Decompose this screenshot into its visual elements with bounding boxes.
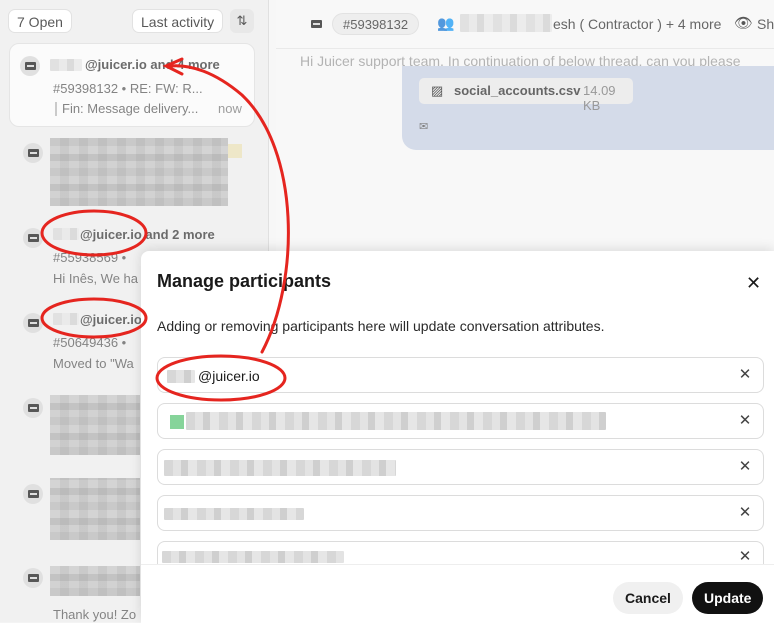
redacted-name [167,370,195,383]
participant-row[interactable]: ✕ [157,495,764,531]
participant-email: @juicer.io [198,368,260,384]
redacted-email [164,460,396,476]
dialog-footer: Cancel Update [141,564,774,623]
close-icon[interactable]: ✕ [746,273,761,294]
participant-row[interactable]: @juicer.io ✕ [157,357,764,393]
update-button[interactable]: Update [692,582,764,614]
remove-participant-icon[interactable]: ✕ [735,411,755,429]
cancel-button[interactable]: Cancel [613,582,683,614]
remove-participant-icon[interactable]: ✕ [735,503,755,521]
participant-row[interactable]: ✕ [157,403,764,439]
redacted-email [164,508,304,520]
dialog-title: Manage participants [157,271,332,291]
remove-participant-icon[interactable]: ✕ [735,365,755,383]
remove-participant-icon[interactable]: ✕ [735,457,755,475]
remove-participant-icon[interactable]: ✕ [735,547,755,565]
participant-row[interactable]: ✕ [157,449,764,485]
dialog-description: Adding or removing participants here wil… [157,318,605,334]
redacted-email [162,551,344,563]
participant-row[interactable]: ✕ [157,541,764,565]
redacted-email [186,412,606,430]
redacted-avatar [170,415,184,429]
manage-participants-dialog: Manage participants ✕ Adding or removing… [141,251,774,623]
